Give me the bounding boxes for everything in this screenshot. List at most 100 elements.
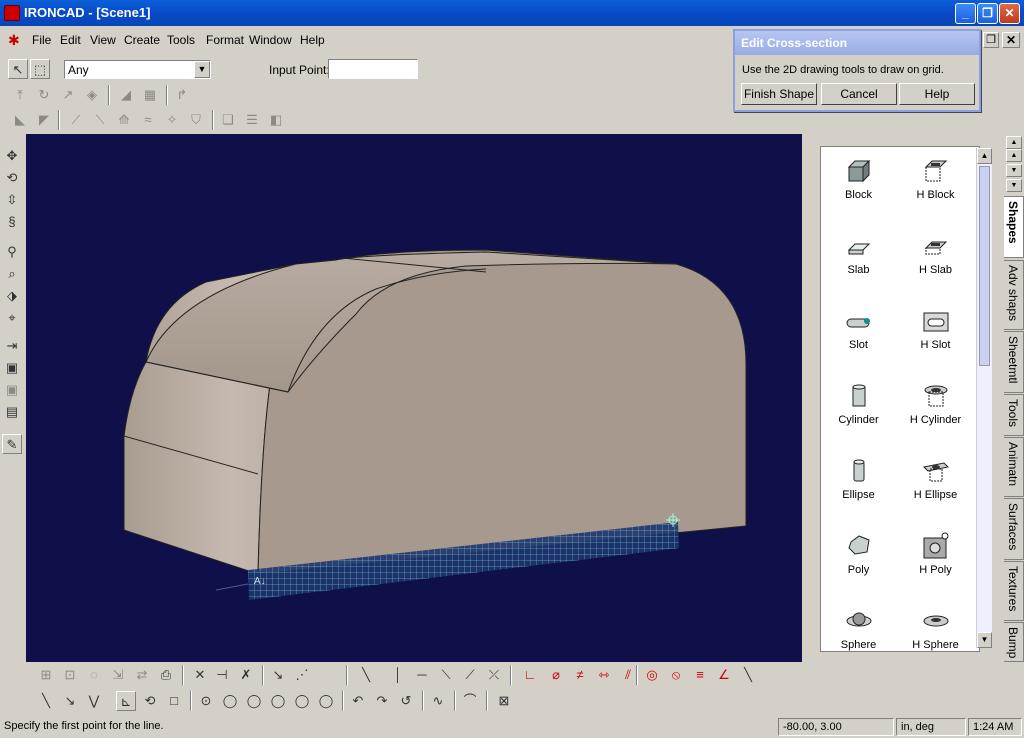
catalog-item-slab[interactable]: Slab [821,226,896,298]
tangent-icon[interactable]: ⌀ [546,665,566,685]
tab-adv-shapes[interactable]: Adv shaps [1004,260,1024,330]
scroll-thumb[interactable] [979,166,990,366]
input-point-field[interactable] [328,59,418,79]
line-arrow-icon[interactable]: ↘ [60,691,80,711]
equal-icon[interactable]: ⇿ [594,665,614,685]
tab-scroll-up2-icon[interactable]: ▲ [1006,149,1022,162]
polyline-icon[interactable]: ⋁ [84,691,104,711]
arc-3pt-icon[interactable]: ↷ [372,691,392,711]
tab-scroll-up-icon[interactable]: ▲ [1006,136,1022,149]
group-icon[interactable]: ❏ [218,110,238,130]
camera-view-icon[interactable]: ▤ [2,402,22,422]
perpendicular-icon[interactable]: ∟ [520,665,540,685]
arc-center-icon[interactable]: ↺ [396,691,416,711]
tab-scroll-down2-icon[interactable]: ▼ [1006,179,1022,192]
horizontal-constraint-icon[interactable]: ≡ [690,665,710,685]
line-draw-icon[interactable]: ╲ [36,691,56,711]
mirror-2d-icon[interactable]: ⇄ [132,665,152,685]
rotate-2d-icon[interactable]: ◌ [84,665,104,685]
extend-icon[interactable]: ⊣ [212,665,232,685]
circle-tangent-icon[interactable]: ◯ [268,691,288,711]
grid-sketch-icon[interactable]: ▦ [140,85,160,105]
mdi-close-icon[interactable]: ✕ [1002,32,1020,48]
fillet-2d-icon[interactable]: ⌒ [460,691,480,711]
tab-shapes[interactable]: Shapes [1004,196,1024,258]
zoom-window-icon[interactable]: ⌕ [2,264,22,284]
camera-move-icon[interactable]: ⇥ [2,336,22,356]
fix-icon[interactable]: ⦸ [666,665,686,685]
rectangle-rotated-icon[interactable]: ⟲ [140,691,160,711]
trim-icon[interactable]: ✕ [190,665,210,685]
menu-help[interactable]: Help [300,33,325,47]
menu-create[interactable]: Create [124,33,160,47]
chevron-down-icon[interactable]: ▼ [194,61,210,78]
catalog-item-h-cylinder[interactable]: H Cylinder [898,376,973,448]
restore-icon[interactable]: ❐ [977,3,998,24]
select-arrow-icon[interactable]: ↖ [8,59,28,79]
catalog-item-h-ellipse[interactable]: H Ellipse [898,451,973,523]
face-move-icon[interactable]: ≈ [138,110,158,130]
parallel-icon[interactable]: ≠ [570,665,590,685]
menu-tools[interactable]: Tools [167,33,195,47]
tab-tools[interactable]: Tools [1004,394,1024,436]
fit-view-icon[interactable]: ⌖ [2,308,22,328]
catalog-item-slot[interactable]: Slot [821,301,896,373]
split-icon[interactable]: ✗ [236,665,256,685]
rectangle-icon[interactable]: □ [164,691,184,711]
circle-2pt-icon[interactable]: ◯ [220,691,240,711]
diagonal-icon[interactable]: ╲ [738,665,758,685]
constraint-icon[interactable]: ⋰ [292,665,312,685]
menu-edit[interactable]: Edit [60,33,81,47]
smart-paint-icon[interactable]: ✎ [2,434,22,454]
circle-tangent2-icon[interactable]: ◯ [292,691,312,711]
loft-icon[interactable]: ◈ [82,85,102,105]
catalog-item-h-slot[interactable]: H Slot [898,301,973,373]
select-box-icon[interactable]: ⬚ [30,59,50,79]
profile-icon[interactable]: ⎙ [156,665,176,685]
catalog-item-h-block[interactable]: H Block [898,151,973,223]
concentric-icon[interactable]: ◎ [642,665,662,685]
grid-box-icon[interactable]: ⊡ [60,665,80,685]
scale-2d-icon[interactable]: ⇲ [108,665,128,685]
menu-window[interactable]: Window [249,33,292,47]
blend-icon[interactable]: ⟋ [66,110,86,130]
zoom-icon[interactable]: ⚲ [2,242,22,262]
tangent-line-icon[interactable]: ⟋ [460,665,480,685]
coincident-icon[interactable]: ⫽ [618,665,638,685]
tab-animation[interactable]: Animatn [1004,437,1024,497]
look-at-icon[interactable]: ⬗ [2,286,22,306]
circle-tangent3-icon[interactable]: ◯ [316,691,336,711]
minimize-icon[interactable]: _ [955,3,976,24]
catalog-item-ellipse[interactable]: Ellipse [821,451,896,523]
fillet-icon[interactable]: ◣ [10,110,30,130]
tilt-icon[interactable]: ⇳ [2,190,22,210]
scroll-up-icon[interactable]: ▲ [977,148,992,164]
tab-surfaces[interactable]: Surfaces [1004,498,1024,560]
menu-format[interactable]: Format [206,33,244,47]
bisector-icon[interactable]: ⤫ [484,665,504,685]
angle-constraint-icon[interactable]: ∠ [714,665,734,685]
sweep-icon[interactable]: ↗ [58,85,78,105]
catalog-item-h-poly[interactable]: H Poly [898,526,973,598]
mdi-restore-icon[interactable]: ❐ [983,32,999,48]
face-blend-icon[interactable]: ✧ [162,110,182,130]
circle-center-icon[interactable]: ⊙ [196,691,216,711]
redirect-icon[interactable]: ↱ [172,85,192,105]
tab-scroll-down-icon[interactable]: ▼ [1006,164,1022,177]
3d-viewport[interactable]: A↓ [26,134,802,662]
menu-view[interactable]: View [90,33,116,47]
shell-icon[interactable]: ⟍ [90,110,110,130]
close-icon[interactable]: ✕ [999,3,1020,24]
dimension-icon[interactable]: ↘ [268,665,288,685]
selection-filter-dropdown[interactable]: Any ▼ [64,60,211,79]
tab-textures[interactable]: Textures [1004,561,1024,621]
arc-icon[interactable]: ↶ [348,691,368,711]
menu-file[interactable]: File [32,33,51,47]
line-tool-icon[interactable]: ╲ [356,665,376,685]
catalog-item-cylinder[interactable]: Cylinder [821,376,896,448]
bspline-icon[interactable]: ∿ [428,691,448,711]
extrude-icon[interactable]: ⤒ [10,85,30,105]
tab-bump[interactable]: Bump [1004,622,1024,662]
cancel-button[interactable]: Cancel [821,83,897,105]
horizontal-line-icon[interactable]: ─ [412,665,432,685]
